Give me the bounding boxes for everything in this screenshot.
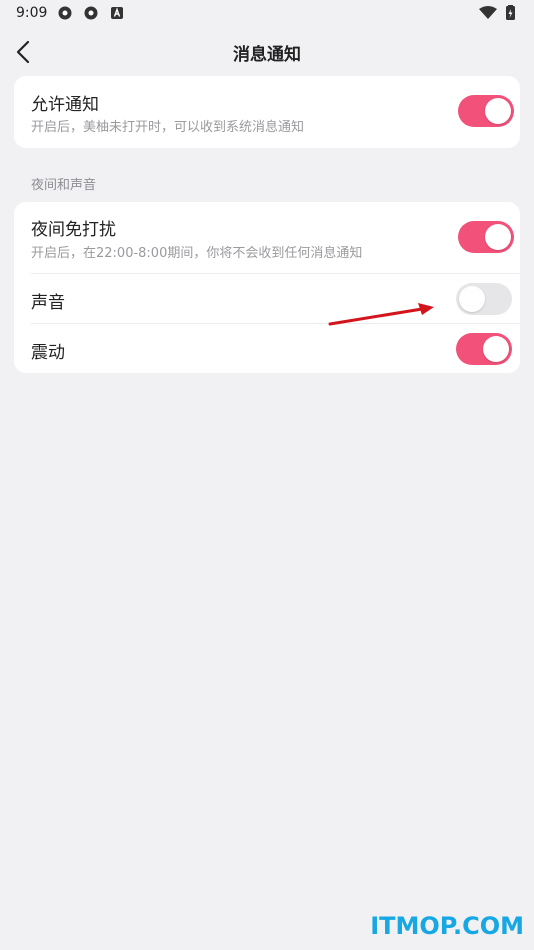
- sound-toggle[interactable]: [456, 283, 512, 315]
- allow-notifications-toggle[interactable]: [458, 95, 514, 127]
- section-label-night-sound: 夜间和声音: [31, 178, 97, 193]
- aperture-icon: [58, 6, 72, 20]
- status-right-icons: [479, 5, 515, 20]
- wifi-icon: [479, 6, 497, 19]
- allow-notifications-card: 允许通知 开启后，美柚未打开时，可以收到系统消息通知: [14, 76, 520, 148]
- do-not-disturb-toggle[interactable]: [458, 221, 514, 253]
- do-not-disturb-subtitle: 开启后，在22:00-8:00期间，你将不会收到任何消息通知: [31, 246, 363, 261]
- allow-notifications-row: 允许通知 开启后，美柚未打开时，可以收到系统消息通知: [14, 76, 520, 148]
- status-time: 9:09: [16, 5, 48, 21]
- do-not-disturb-row: 夜间免打扰 开启后，在22:00-8:00期间，你将不会收到任何消息通知: [14, 202, 520, 274]
- toggle-knob: [459, 286, 485, 312]
- allow-notifications-title: 允许通知: [31, 95, 99, 115]
- status-bar: 9:09: [0, 0, 534, 28]
- nav-bar: 消息通知: [0, 28, 534, 76]
- toggle-knob: [485, 224, 511, 250]
- annotation-arrow-icon: [328, 303, 434, 326]
- app-a-icon: [111, 7, 123, 19]
- sound-title: 声音: [31, 293, 65, 313]
- vibration-toggle[interactable]: [456, 333, 512, 365]
- sound-row: 声音: [14, 274, 520, 324]
- page-title: 消息通知: [233, 45, 301, 65]
- aperture-icon: [84, 6, 98, 20]
- battery-charging-icon: [506, 5, 515, 20]
- watermark: ITMOP.COM: [370, 912, 524, 940]
- allow-notifications-subtitle: 开启后，美柚未打开时，可以收到系统消息通知: [31, 120, 305, 135]
- vibration-title: 震动: [31, 343, 65, 363]
- do-not-disturb-title: 夜间免打扰: [31, 220, 116, 240]
- toggle-knob: [483, 336, 509, 362]
- night-sound-card: 夜间免打扰 开启后，在22:00-8:00期间，你将不会收到任何消息通知 声音 …: [14, 202, 520, 373]
- toggle-knob: [485, 98, 511, 124]
- vibration-row: 震动: [14, 324, 520, 374]
